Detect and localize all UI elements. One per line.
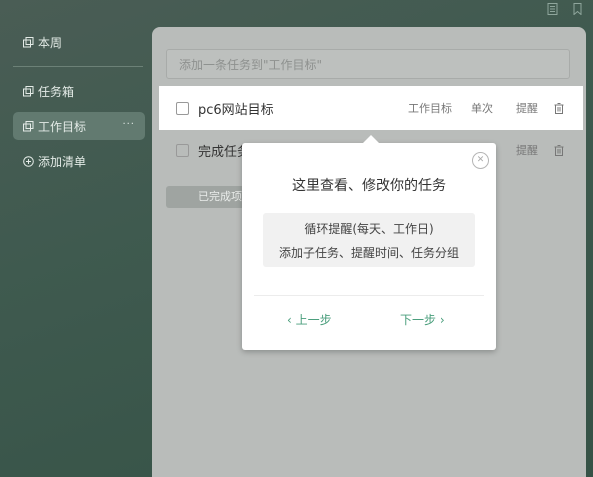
guide-tips: 循环提醒(每天、工作日) 添加子任务、提醒时间、任务分组	[263, 213, 475, 267]
remind-button[interactable]: 提醒	[516, 100, 538, 116]
sidebar-divider	[13, 66, 143, 67]
sidebar-item-label: 工作目标	[38, 119, 87, 134]
highlighted-task-row[interactable]: pc6网站目标 工作目标 单次 提醒	[159, 86, 583, 130]
bookmark-icon[interactable]	[572, 0, 583, 16]
popup-caret	[363, 135, 379, 143]
chevron-right-icon: ›	[436, 313, 445, 327]
task-title: pc6网站目标	[198, 102, 274, 118]
add-task-input[interactable]: 添加一条任务到"工作目标"	[166, 49, 570, 79]
plus-circle-icon	[23, 155, 34, 167]
sidebar-item-label: 本周	[38, 35, 63, 50]
chevron-left-icon: ‹	[287, 313, 296, 327]
sidebar-item-label: 添加清单	[38, 154, 87, 169]
notebook-icon[interactable]	[547, 0, 558, 15]
next-step-button[interactable]: 下一步 ›	[400, 311, 445, 328]
divider	[254, 295, 484, 296]
copy-icon	[23, 36, 34, 48]
sidebar-item-work-goals[interactable]: 工作目标 ···	[13, 112, 145, 140]
more-icon[interactable]: ···	[122, 119, 135, 130]
prev-step-label: 上一步	[295, 313, 332, 327]
guide-popup: ✕ 这里查看、修改你的任务 循环提醒(每天、工作日) 添加子任务、提醒时间、任务…	[242, 135, 496, 350]
next-step-label: 下一步	[400, 313, 437, 327]
task-list-tag[interactable]: 工作目标	[408, 100, 452, 116]
copy-icon	[23, 120, 34, 132]
task-checkbox[interactable]	[176, 101, 189, 115]
guide-title: 这里查看、修改你的任务	[292, 178, 446, 194]
guide-tip: 循环提醒(每天、工作日)	[304, 222, 434, 236]
task-checkbox[interactable]	[176, 143, 189, 157]
remind-button[interactable]: 提醒	[516, 142, 538, 158]
top-icons	[547, 0, 583, 16]
prev-step-button[interactable]: ‹ 上一步	[287, 311, 332, 328]
sidebar-item-inbox[interactable]: 任务箱	[13, 77, 145, 105]
repeat-button[interactable]: 单次	[471, 100, 493, 116]
trash-icon[interactable]	[554, 144, 564, 156]
sidebar-item-this-week[interactable]: 本周	[13, 28, 145, 56]
copy-icon	[23, 85, 34, 97]
sidebar-item-add-list[interactable]: 添加清单	[13, 147, 145, 175]
trash-icon[interactable]	[554, 102, 564, 114]
sidebar-item-label: 任务箱	[38, 84, 75, 99]
sidebar: 本周 任务箱 工作目标 ··· 添加清单	[13, 28, 145, 175]
guide-tip: 添加子任务、提醒时间、任务分组	[278, 246, 459, 260]
close-icon[interactable]: ✕	[472, 152, 489, 169]
